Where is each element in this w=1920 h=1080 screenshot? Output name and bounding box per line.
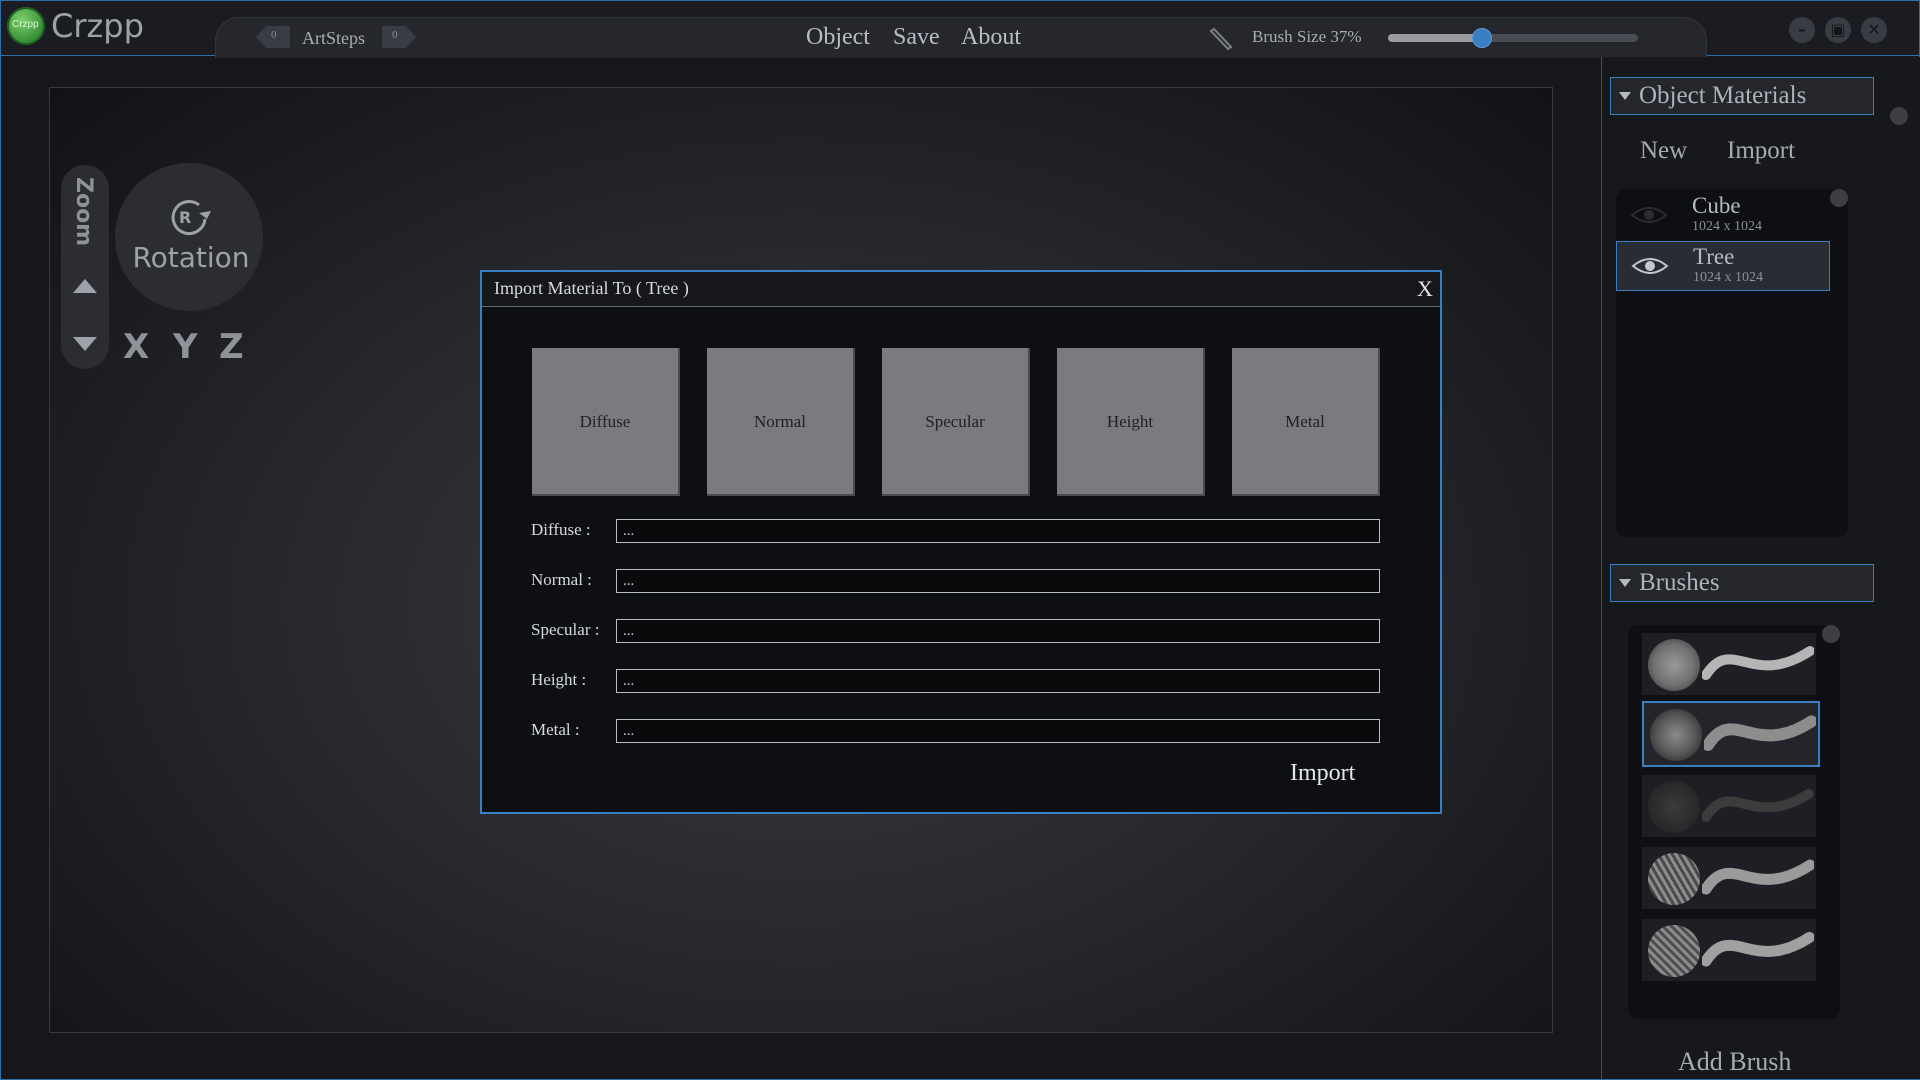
- redo-button[interactable]: 0: [382, 26, 416, 48]
- slot-height[interactable]: Height: [1057, 348, 1205, 496]
- normal-path-input[interactable]: [616, 569, 1380, 593]
- app-name: Crzpp: [51, 7, 144, 45]
- slider-fill: [1388, 34, 1481, 42]
- new-material-button[interactable]: New: [1640, 137, 1687, 165]
- diffuse-path-input[interactable]: [616, 519, 1380, 543]
- maximize-icon[interactable]: ▣: [1825, 17, 1851, 43]
- axis-x-button[interactable]: X: [123, 327, 149, 367]
- diffuse-label: Diffuse :: [531, 520, 591, 539]
- slot-label: Specular: [925, 412, 985, 431]
- brush-list-scroll-thumb[interactable]: [1822, 625, 1840, 643]
- normal-label: Normal :: [531, 570, 592, 589]
- brush-size-slider[interactable]: [1388, 28, 1638, 48]
- material-item-tree[interactable]: Tree 1024 x 1024: [1616, 241, 1830, 291]
- material-name: Cube: [1692, 193, 1741, 218]
- material-list: Cube 1024 x 1024 Tree 1024 x 1024: [1616, 189, 1848, 537]
- specular-label: Specular :: [531, 620, 600, 639]
- rotation-badge: R: [179, 208, 191, 227]
- slot-specular[interactable]: Specular: [882, 348, 1030, 496]
- import-material-dialog: Import Material To ( Tree ) X Diffuse No…: [480, 270, 1442, 814]
- specular-path-input[interactable]: [616, 619, 1380, 643]
- brush-item-rough-texture[interactable]: [1642, 701, 1820, 767]
- logo-text: Crzpp: [12, 19, 39, 30]
- metal-label: Metal :: [531, 720, 580, 739]
- brush-item-crosshatch[interactable]: [1642, 919, 1816, 981]
- brush-item-noise-grain[interactable]: [1642, 775, 1816, 837]
- materials-title: Object Materials: [1639, 82, 1807, 109]
- slot-diffuse[interactable]: Diffuse: [532, 348, 680, 496]
- slot-label: Metal: [1285, 412, 1325, 431]
- brushes-title: Brushes: [1639, 569, 1720, 596]
- collapse-icon: [1619, 579, 1631, 587]
- materials-section-header[interactable]: Object Materials: [1610, 77, 1874, 115]
- material-list-scroll-thumb[interactable]: [1830, 189, 1848, 207]
- visibility-icon[interactable]: [1631, 256, 1669, 276]
- panel-scrollbar-thumb[interactable]: [1890, 107, 1908, 125]
- menu-object[interactable]: Object: [806, 24, 870, 51]
- add-brush-button[interactable]: Add Brush: [1678, 1047, 1791, 1077]
- brush-stroke-preview: [1704, 715, 1816, 751]
- dialog-title-bar: Import Material To ( Tree ) X: [482, 272, 1440, 307]
- slot-label: Height: [1106, 412, 1154, 431]
- brush-item-soft-round[interactable]: [1642, 633, 1816, 695]
- material-name: Tree: [1693, 244, 1735, 269]
- slot-label: Normal: [754, 412, 806, 431]
- material-size: 1024 x 1024: [1692, 219, 1762, 234]
- dialog-import-button[interactable]: Import: [1290, 760, 1355, 787]
- rotate-icon: R: [171, 200, 211, 236]
- rotation-control[interactable]: [115, 163, 263, 311]
- toolbar: 0 ArtSteps 0 Object Save About Brush Siz…: [215, 17, 1707, 58]
- zoom-label: Zoom: [71, 177, 96, 247]
- zoom-out-icon[interactable]: [73, 337, 97, 351]
- rotation-label: Rotation: [132, 241, 250, 274]
- slot-metal[interactable]: Metal: [1232, 348, 1380, 496]
- app-logo: Crzpp: [7, 7, 45, 45]
- brush-tip-preview: [1648, 925, 1700, 977]
- slot-normal[interactable]: Normal: [707, 348, 855, 496]
- collapse-icon: [1619, 92, 1631, 100]
- history-label: ArtSteps: [302, 28, 365, 48]
- title-bar: Crzpp Crzpp 0 ArtSteps 0 Object Save Abo…: [1, 1, 1919, 58]
- zoom-in-icon[interactable]: [73, 279, 97, 293]
- minimize-icon[interactable]: –: [1789, 17, 1815, 43]
- material-item-cube[interactable]: Cube 1024 x 1024: [1616, 191, 1828, 239]
- brush-tip-preview: [1648, 853, 1700, 905]
- material-size: 1024 x 1024: [1693, 270, 1763, 285]
- brushes-section-header[interactable]: Brushes: [1610, 564, 1874, 602]
- slot-label: Diffuse: [579, 412, 631, 431]
- menu-save[interactable]: Save: [893, 24, 940, 51]
- brush-list: [1628, 625, 1840, 1019]
- undo-button[interactable]: 0: [256, 26, 290, 48]
- app-window: Crzpp Crzpp 0 ArtSteps 0 Object Save Abo…: [0, 0, 1920, 1080]
- brush-stroke-preview: [1702, 788, 1814, 822]
- close-icon[interactable]: ✕: [1861, 17, 1887, 43]
- dialog-title: Import Material To ( Tree ): [494, 278, 689, 298]
- brush-stroke-preview: [1702, 931, 1814, 967]
- height-label: Height :: [531, 670, 587, 689]
- brush-size-label: Brush Size 37%: [1252, 27, 1362, 46]
- brush-stroke-preview: [1702, 646, 1814, 680]
- import-material-button[interactable]: Import: [1727, 137, 1795, 165]
- undo-count: 0: [271, 29, 277, 41]
- dialog-close-button[interactable]: X: [1412, 276, 1438, 302]
- axis-z-button[interactable]: Z: [219, 327, 244, 367]
- menu-about[interactable]: About: [961, 24, 1021, 51]
- axis-y-button[interactable]: Y: [173, 327, 198, 367]
- brush-stroke-preview: [1702, 859, 1814, 895]
- brush-item-fiber[interactable]: [1642, 847, 1816, 909]
- height-path-input[interactable]: [616, 669, 1380, 693]
- visibility-hidden-icon[interactable]: [1630, 205, 1668, 225]
- brush-tip-preview: [1650, 709, 1702, 761]
- slider-knob[interactable]: [1471, 28, 1492, 48]
- metal-path-input[interactable]: [616, 719, 1380, 743]
- brush-tip-preview: [1648, 639, 1700, 691]
- redo-count: 0: [392, 29, 398, 41]
- brush-icon: [1209, 27, 1233, 51]
- brush-tip-preview: [1648, 781, 1700, 833]
- right-panel: Object Materials New Import Cube 1024 x …: [1601, 57, 1920, 1079]
